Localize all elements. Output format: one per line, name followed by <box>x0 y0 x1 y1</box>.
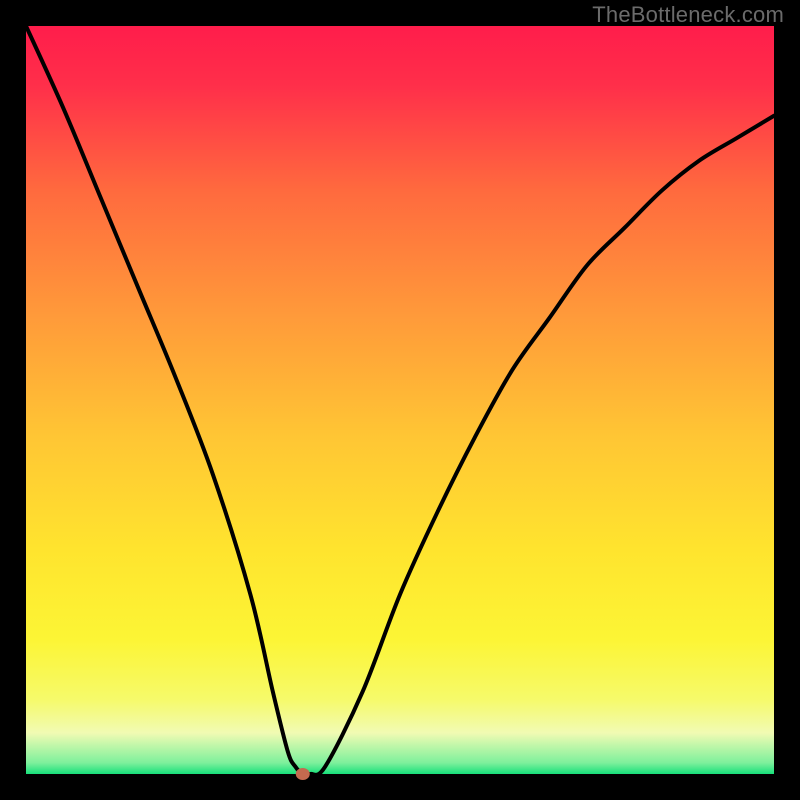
minimum-marker <box>296 768 310 780</box>
bottleneck-chart <box>0 0 800 800</box>
watermark-text: TheBottleneck.com <box>592 2 784 28</box>
chart-container: { "watermark": "TheBottleneck.com", "cha… <box>0 0 800 800</box>
plot-area <box>26 26 774 774</box>
